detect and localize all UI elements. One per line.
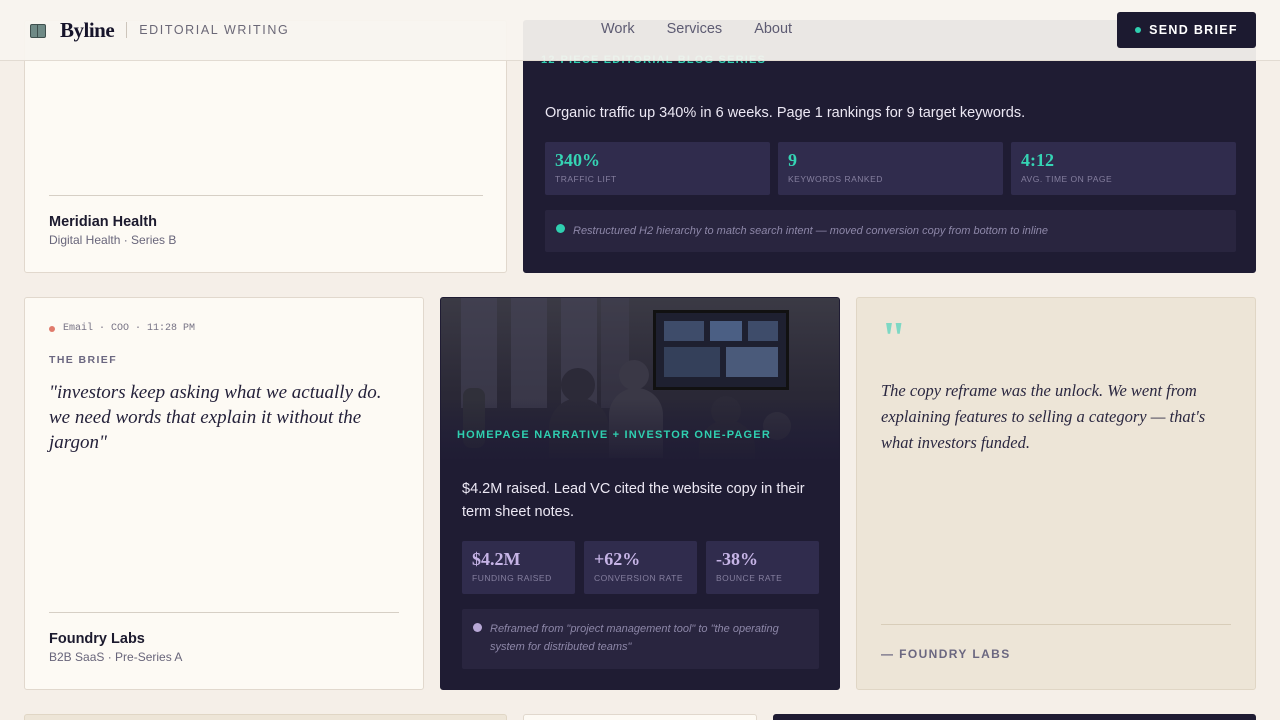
stat-value: 4:12	[1021, 150, 1054, 170]
insight-note: Restructured H2 hierarchy to match searc…	[545, 210, 1236, 252]
status-dot-icon	[49, 325, 55, 332]
stat-label: FUNDING RAISED	[472, 573, 552, 583]
testimonial-quote: The copy reframe was the unlock. We went…	[881, 381, 1206, 452]
stat-funding-raised: $4.2M FUNDING RAISED	[462, 541, 575, 594]
stat-value: -38%	[716, 549, 758, 569]
quote-mark-icon: "	[881, 312, 907, 363]
client-name: Foundry Labs	[49, 631, 145, 647]
stat-value: 340%	[555, 150, 600, 170]
result-summary: Organic traffic up 340% in 6 weeks. Page…	[545, 105, 1026, 121]
brand-tagline: EDITORIAL WRITING	[139, 23, 290, 37]
stat-traffic-lift: 340% TRAFFIC LIFT	[545, 142, 770, 195]
site-header: Byline EDITORIAL WRITING Work Services A…	[0, 0, 1280, 61]
note-dot-icon	[473, 623, 482, 632]
result-summary: $4.2M raised. Lead VC cited the website …	[462, 481, 805, 520]
brief-meta: Email · COO · 11:28 PM	[49, 323, 195, 334]
client-meta: B2B SaaS · Pre-Series A	[49, 650, 183, 664]
brief-card-foundry: Email · COO · 11:28 PM THE BRIEF "invest…	[24, 297, 424, 690]
main-nav: Work Services About	[601, 21, 792, 37]
stat-label: AVG. TIME ON PAGE	[1021, 174, 1113, 184]
logo-wordmark: Byline	[60, 17, 115, 42]
stat-bounce-rate: -38% BOUNCE RATE	[706, 541, 819, 594]
stat-value: $4.2M	[472, 549, 521, 569]
stat-label: BOUNCE RATE	[716, 573, 783, 583]
brief-label: THE BRIEF	[49, 354, 118, 366]
next-card-left	[24, 714, 507, 720]
send-brief-button[interactable]: SEND BRIEF	[1117, 12, 1256, 48]
insight-note: Reframed from "project management tool" …	[462, 609, 819, 669]
nav-link-work[interactable]: Work	[601, 21, 635, 37]
stat-label: KEYWORDS RANKED	[788, 174, 883, 184]
nav-link-about[interactable]: About	[754, 21, 792, 37]
note-text: Restructured H2 hierarchy to match searc…	[573, 225, 1049, 237]
stat-conversion-rate: +62% CONVERSION RATE	[584, 541, 697, 594]
next-card-right	[773, 714, 1256, 720]
brand[interactable]: Byline EDITORIAL WRITING	[30, 17, 290, 42]
card-divider	[881, 624, 1231, 625]
nav-link-services[interactable]: Services	[667, 21, 723, 37]
result-card-foundry: HOMEPAGE NARRATIVE + INVESTOR ONE-PAGER …	[440, 297, 840, 690]
stat-label: TRAFFIC LIFT	[555, 174, 617, 184]
note-dot-icon	[556, 224, 565, 233]
client-meta: Digital Health · Series B	[49, 233, 177, 247]
stat-keywords-ranked: 9 KEYWORDS RANKED	[778, 142, 1003, 195]
brief-quote: "investors keep asking what we actually …	[49, 382, 382, 453]
testimonial-attribution: — FOUNDRY LABS	[881, 647, 1011, 661]
card-divider	[49, 612, 399, 613]
stat-value: 9	[788, 150, 797, 170]
brief-meta-text: Email · COO · 11:28 PM	[63, 323, 196, 334]
client-name: Meridian Health	[49, 214, 157, 230]
stat-value: +62%	[594, 549, 641, 569]
send-brief-label: SEND BRIEF	[1149, 23, 1238, 37]
status-dot-icon	[1135, 27, 1142, 33]
wall-screen	[653, 310, 789, 390]
book-icon	[30, 23, 46, 38]
deliverable-kicker: HOMEPAGE NARRATIVE + INVESTOR ONE-PAGER	[457, 429, 771, 441]
testimonial-card: " The copy reframe was the unlock. We we…	[856, 297, 1256, 690]
card-divider	[49, 195, 483, 196]
stat-avg-time: 4:12 AVG. TIME ON PAGE	[1011, 142, 1236, 195]
stat-label: CONVERSION RATE	[594, 573, 684, 583]
brand-divider	[126, 22, 128, 38]
next-card-middle	[523, 714, 757, 720]
note-text: Reframed from "project management tool" …	[490, 623, 779, 653]
